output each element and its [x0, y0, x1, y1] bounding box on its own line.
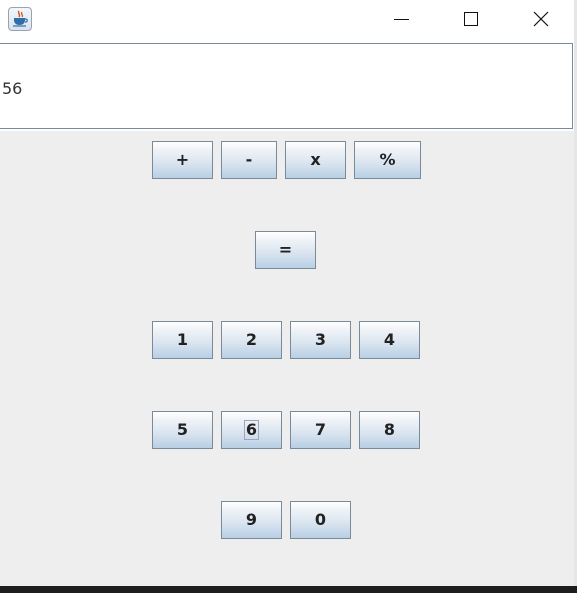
digit-2-button[interactable]: 2 — [221, 321, 282, 359]
title-bar[interactable] — [0, 0, 577, 40]
minimize-icon — [394, 19, 409, 20]
calculator-window: 56 + - x % = 1 2 3 4 5 6 7 8 9 0 — [0, 0, 577, 593]
keypad-panel — [0, 131, 574, 586]
java-coffee-cup-icon[interactable] — [8, 7, 32, 31]
maximize-button[interactable] — [447, 0, 493, 40]
percent-button[interactable]: % — [354, 141, 421, 179]
display-value: 56 — [2, 79, 23, 98]
taskbar-edge — [0, 586, 577, 593]
digit-0-button[interactable]: 0 — [290, 501, 351, 539]
digit-9-button[interactable]: 9 — [221, 501, 282, 539]
digit-5-button[interactable]: 5 — [152, 411, 213, 449]
digit-1-button[interactable]: 1 — [152, 321, 213, 359]
close-button[interactable] — [518, 0, 564, 40]
display-field[interactable]: 56 — [0, 43, 573, 129]
focus-indicator: 6 — [243, 420, 260, 440]
digit-4-button[interactable]: 4 — [359, 321, 420, 359]
plus-button[interactable]: + — [152, 141, 213, 179]
equals-button[interactable]: = — [255, 231, 316, 269]
digit-7-button[interactable]: 7 — [290, 411, 351, 449]
digit-8-button[interactable]: 8 — [359, 411, 420, 449]
digit-3-button[interactable]: 3 — [290, 321, 351, 359]
minimize-button[interactable] — [378, 0, 424, 40]
maximize-icon — [464, 12, 478, 26]
multiply-button[interactable]: x — [285, 141, 346, 179]
minus-button[interactable]: - — [221, 141, 277, 179]
digit-6-button[interactable]: 6 — [221, 411, 282, 449]
close-icon — [533, 11, 549, 27]
